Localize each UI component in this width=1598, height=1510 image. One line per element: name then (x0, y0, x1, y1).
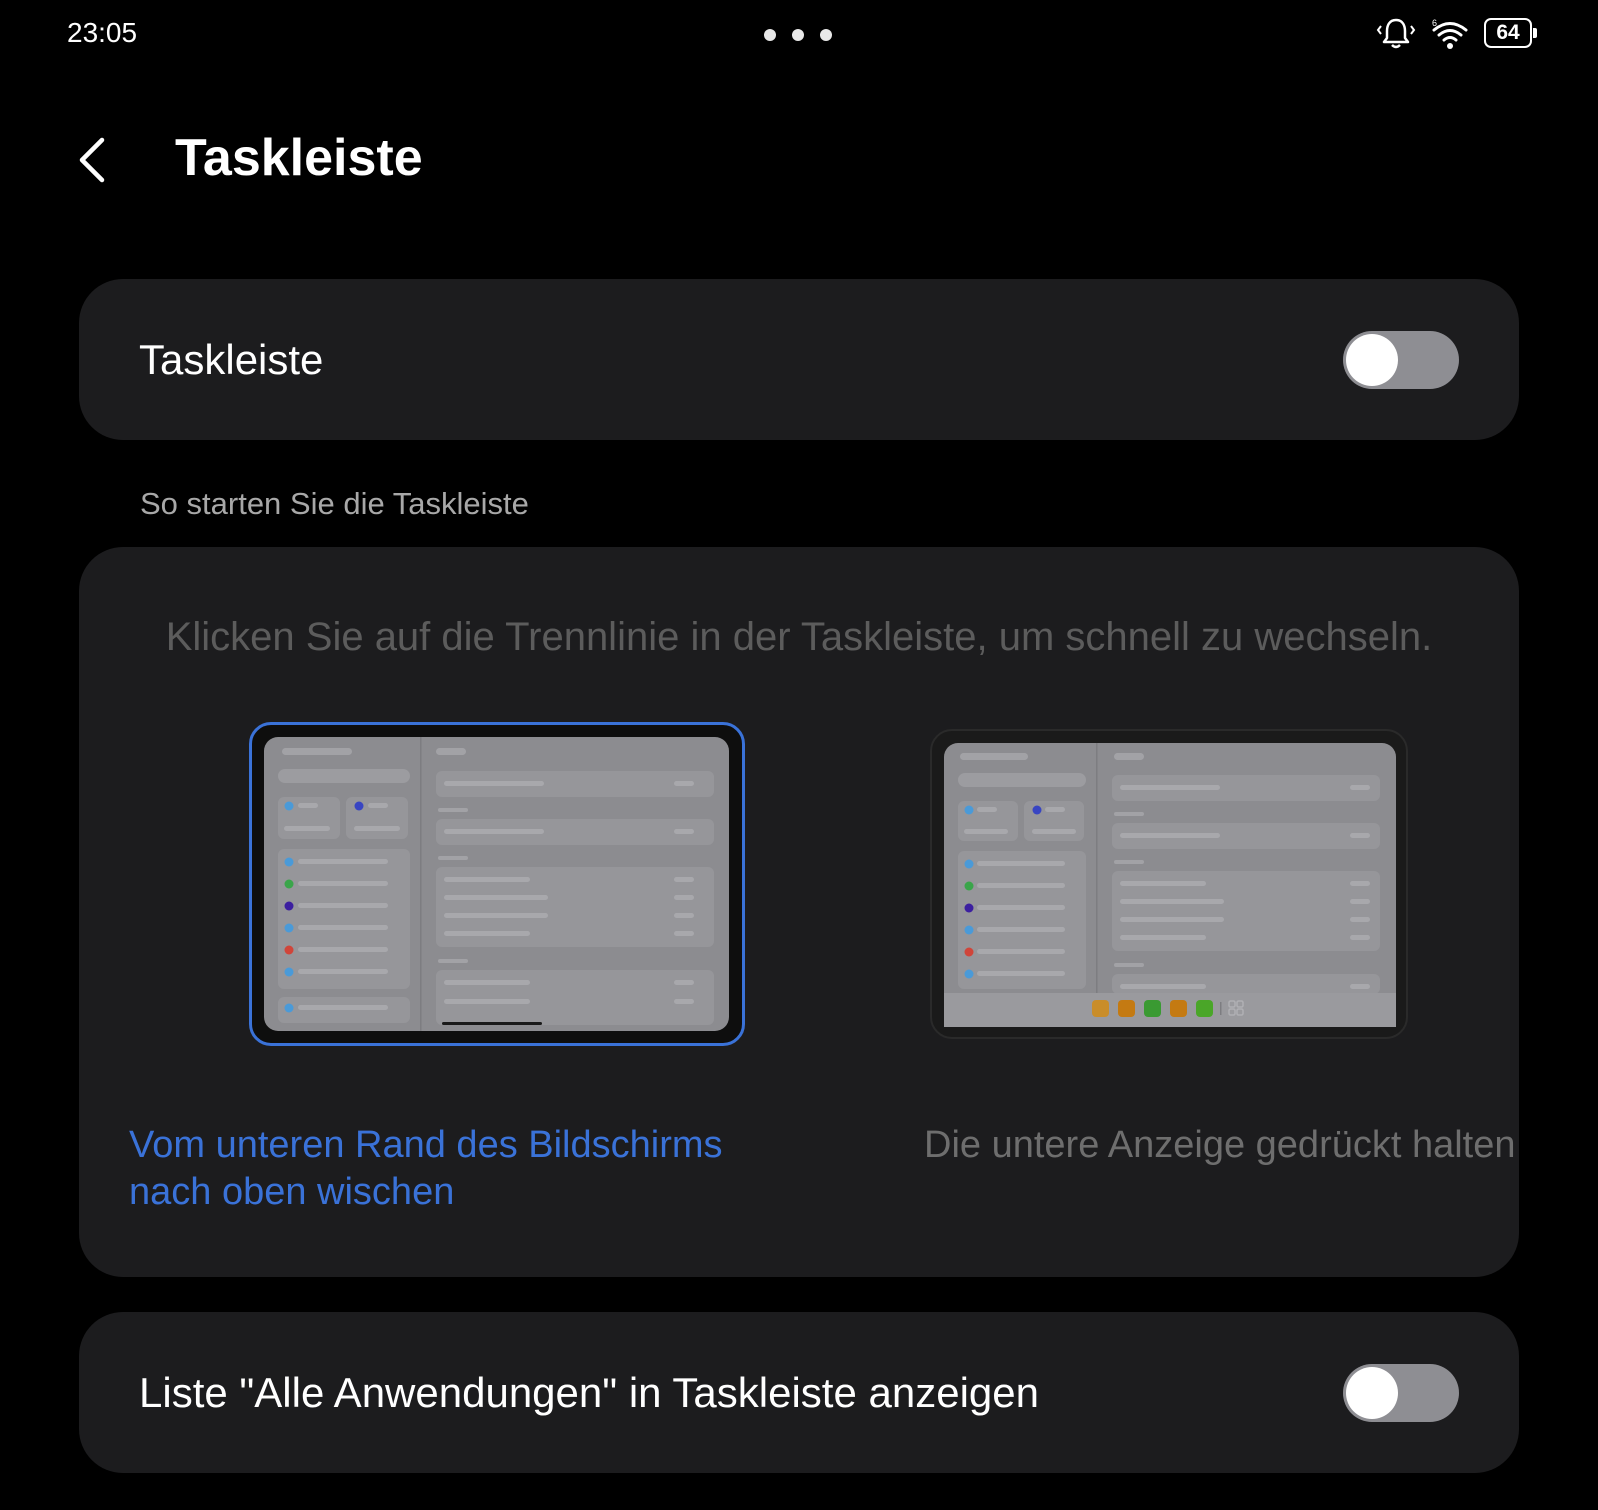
status-icons: 6 64 (1376, 16, 1537, 50)
battery-level: 64 (1496, 21, 1520, 44)
swipe-up-preview-image (249, 722, 745, 1046)
option-long-press-label: Die untere Anzeige gedrückt halten (924, 1124, 1516, 1166)
all-apps-label: Liste "Alle Anwendungen" in Taskleiste a… (139, 1368, 1039, 1416)
more-indicator (764, 29, 832, 41)
back-button[interactable] (70, 128, 120, 192)
taskbar-label: Taskleiste (139, 335, 324, 383)
notification-bell-icon (1376, 18, 1416, 49)
status-bar: 23:05 6 64 (0, 0, 1598, 70)
option-swipe-up-label: Vom unteren Rand des Bildschirms nach ob… (129, 1124, 723, 1213)
long-press-preview-image (930, 729, 1408, 1039)
status-time: 23:05 (67, 17, 138, 48)
taskbar-setting-card[interactable]: Taskleiste (79, 279, 1519, 440)
all-apps-setting-card[interactable]: Liste "Alle Anwendungen" in Taskleiste a… (79, 1312, 1519, 1473)
toggle-knob (1346, 1366, 1398, 1419)
howto-card: Klicken Sie auf die Trennlinie in der Ta… (79, 547, 1519, 1277)
chevron-left-icon (79, 137, 105, 183)
battery-icon: 64 (1484, 18, 1537, 48)
page-title: Taskleiste (175, 129, 423, 187)
howto-description: Klicken Sie auf die Trennlinie in der Ta… (165, 615, 1433, 659)
all-apps-toggle[interactable] (1343, 1363, 1459, 1422)
toggle-knob (1346, 333, 1398, 386)
wifi-icon: 6 (1432, 18, 1468, 49)
header: Taskleiste (0, 110, 1598, 210)
taskbar-toggle[interactable] (1343, 330, 1459, 389)
section-header-howto: So starten Sie die Taskleiste (140, 486, 529, 521)
